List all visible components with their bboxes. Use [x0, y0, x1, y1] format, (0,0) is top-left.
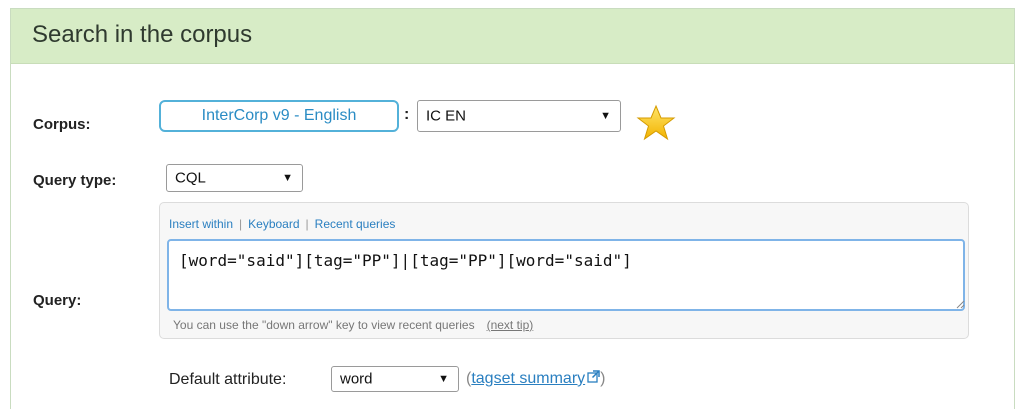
- query-type-value: CQL: [175, 169, 206, 187]
- chevron-down-icon: ▼: [600, 110, 611, 122]
- chevron-down-icon: ▼: [282, 172, 293, 184]
- corpus-label: Corpus:: [33, 116, 91, 133]
- hint-text: You can use the "down arrow" key to view…: [173, 318, 475, 332]
- paren-close: ): [600, 370, 606, 387]
- panel-header: Search in the corpus: [11, 9, 1014, 64]
- panel-title: Search in the corpus: [32, 21, 253, 48]
- tagset-summary-link[interactable]: tagset summary: [471, 370, 585, 387]
- query-type-label: Query type:: [33, 172, 117, 189]
- resize-handle-icon[interactable]: [955, 299, 965, 309]
- query-label: Query:: [33, 292, 82, 309]
- recent-queries-link[interactable]: Recent queries: [315, 217, 396, 231]
- next-tip-link[interactable]: (next tip): [487, 318, 534, 332]
- default-attribute-label: Default attribute:: [169, 371, 287, 388]
- query-toolbar: Insert within | Keyboard | Recent queries: [169, 217, 395, 231]
- chevron-down-icon: ▼: [438, 373, 449, 385]
- separator: |: [239, 217, 243, 231]
- corpus-separator: :: [404, 106, 410, 123]
- separator: |: [305, 217, 309, 231]
- corpus-button[interactable]: InterCorp v9 - English: [159, 100, 399, 132]
- star-icon[interactable]: [636, 103, 676, 143]
- query-widget: Insert within | Keyboard | Recent queries [w…: [159, 202, 969, 339]
- external-link-icon: [587, 370, 600, 383]
- query-hint: You can use the "down arrow" key to view…: [173, 318, 533, 332]
- corpus-alias-value: IC EN: [426, 107, 467, 125]
- tagset-summary: (tagset summary ): [466, 370, 605, 388]
- default-attribute-value: word: [340, 370, 373, 388]
- query-input[interactable]: [word="said"][tag="PP"]|[tag="PP"][word=…: [167, 239, 965, 311]
- default-attribute-select[interactable]: word ▼: [331, 366, 459, 392]
- insert-within-link[interactable]: Insert within: [169, 217, 233, 231]
- corpus-alias-select[interactable]: IC EN ▼: [417, 100, 621, 132]
- query-type-select[interactable]: CQL ▼: [166, 164, 303, 192]
- keyboard-link[interactable]: Keyboard: [248, 217, 299, 231]
